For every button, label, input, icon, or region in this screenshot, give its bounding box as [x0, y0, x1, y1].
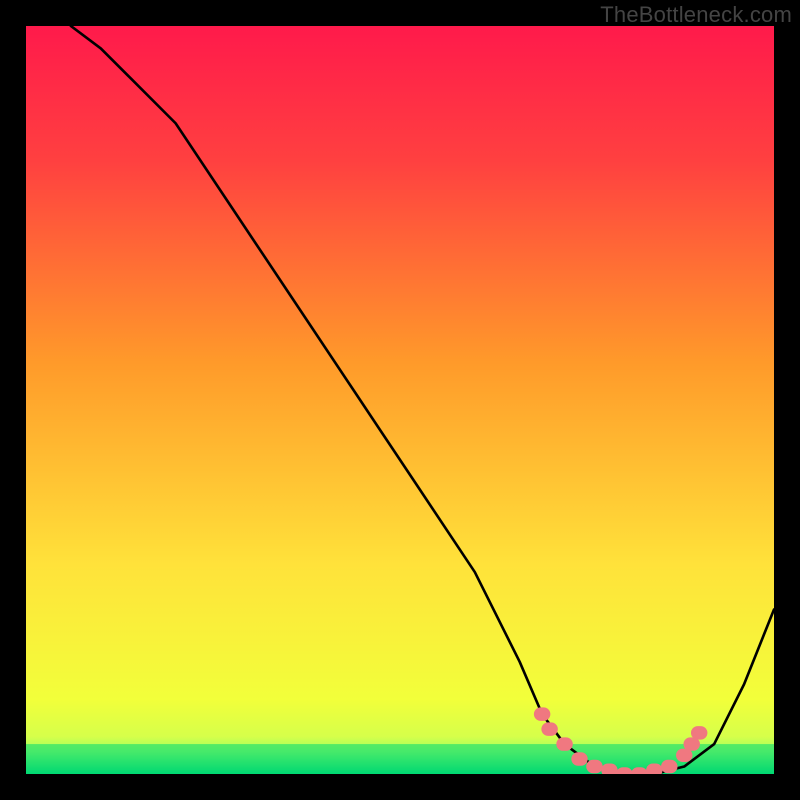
highlight-dot — [601, 764, 617, 774]
highlight-dot — [586, 760, 602, 773]
highlight-dot — [556, 737, 572, 750]
chart-svg — [26, 26, 774, 774]
highlight-dot — [646, 764, 662, 774]
plot-area — [26, 26, 774, 774]
chart-frame: TheBottleneck.com — [0, 0, 800, 800]
watermark-text: TheBottleneck.com — [600, 2, 792, 28]
gradient-background — [26, 26, 774, 774]
highlight-dot — [571, 752, 587, 765]
highlight-dot — [691, 726, 707, 739]
highlight-dot — [541, 722, 557, 735]
highlight-dot — [661, 760, 677, 773]
highlight-dot — [534, 707, 550, 720]
